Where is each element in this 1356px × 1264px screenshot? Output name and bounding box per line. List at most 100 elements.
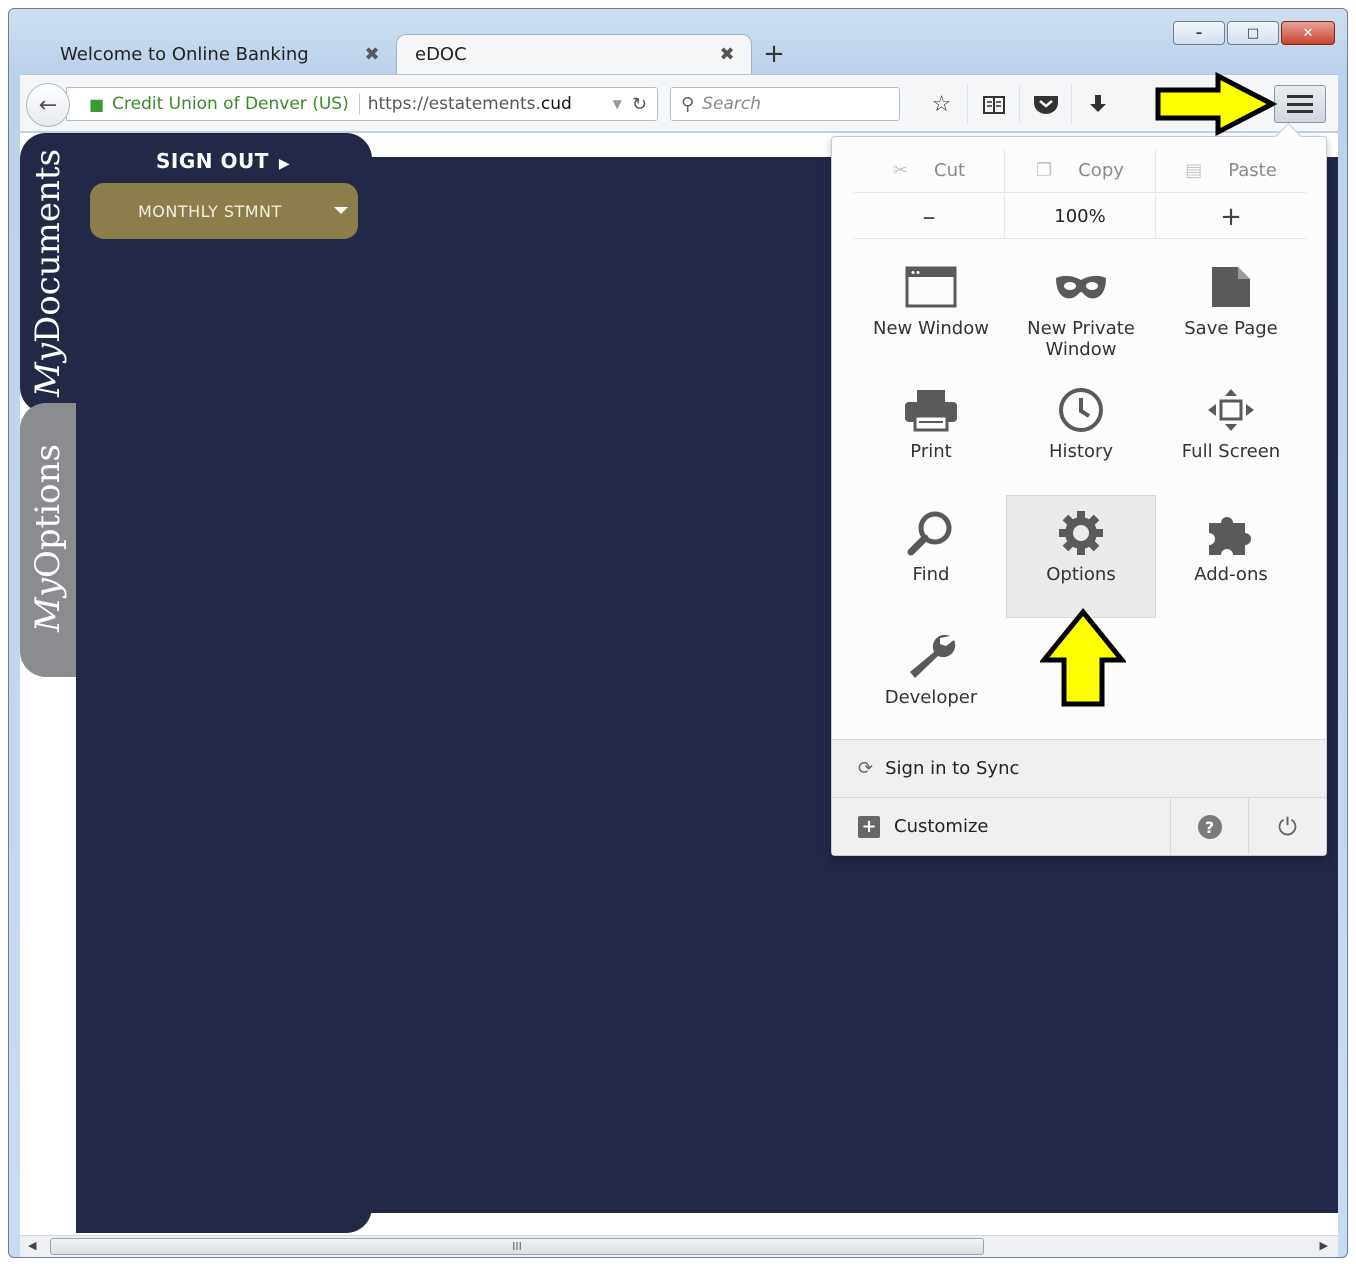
full-screen-button[interactable]: Full Screen xyxy=(1156,372,1306,495)
help-button[interactable]: ? xyxy=(1170,798,1248,856)
gear-icon xyxy=(1057,508,1105,558)
wrench-icon xyxy=(906,631,956,681)
paste-label: Paste xyxy=(1228,160,1277,181)
print-button[interactable]: Print xyxy=(856,372,1006,495)
horizontal-scrollbar[interactable]: ◀ III ▶ xyxy=(20,1235,1338,1257)
power-icon: ⏻ xyxy=(1278,813,1297,841)
item-label: New Private Window xyxy=(1027,318,1135,360)
new-window-icon xyxy=(905,262,957,312)
item-label: New Window xyxy=(873,318,989,339)
statement-type-select[interactable]: MONTHLY STMNT xyxy=(90,183,358,239)
reading-list-icon[interactable] xyxy=(968,85,1020,123)
tab-label: Documents xyxy=(28,148,68,344)
url-text[interactable]: https://estatements.cud xyxy=(368,94,603,114)
zoom-out-button[interactable]: – xyxy=(854,195,1005,238)
add-ons-button[interactable]: Add-ons xyxy=(1156,495,1306,618)
window-controls: – □ ✕ xyxy=(1173,21,1335,45)
sign-in-to-sync-button[interactable]: ⟳ Sign in to Sync xyxy=(832,739,1326,797)
new-window-button[interactable]: New Window xyxy=(856,249,1006,372)
scissors-icon: ✂ xyxy=(892,160,909,181)
search-icon: ⚲ xyxy=(681,93,695,115)
scroll-left-icon[interactable]: ◀ xyxy=(28,1239,36,1252)
tab-my-options[interactable]: My Options xyxy=(20,403,76,677)
tab-online-banking[interactable]: Welcome to Online Banking ✖ xyxy=(20,34,396,74)
reload-icon[interactable]: ↻ xyxy=(632,94,647,115)
tab-title: eDOC xyxy=(415,44,467,65)
item-label: Full Screen xyxy=(1181,441,1281,462)
url-prefix: https://estatements. xyxy=(367,94,541,114)
developer-button[interactable]: Developer xyxy=(856,618,1006,741)
cut-button[interactable]: ✂ Cut xyxy=(854,149,1005,192)
navigation-bar: ■ Credit Union of Denver (US) https://es… xyxy=(20,74,1338,132)
tab-title: Welcome to Online Banking xyxy=(60,43,309,65)
puzzle-icon xyxy=(1205,508,1257,558)
script-prefix: My xyxy=(28,343,68,398)
options-button[interactable]: Options xyxy=(1006,495,1156,618)
scrollbar-grip: III xyxy=(512,1240,522,1253)
scrollbar-thumb[interactable]: III xyxy=(50,1238,984,1255)
save-page-button[interactable]: Save Page xyxy=(1156,249,1306,372)
pocket-icon[interactable] xyxy=(1020,85,1072,123)
new-tab-button[interactable]: + xyxy=(752,34,796,74)
sync-label: Sign in to Sync xyxy=(885,758,1020,779)
item-label: Print xyxy=(910,441,952,462)
find-button[interactable]: Find xyxy=(856,495,1006,618)
close-window-button[interactable]: ✕ xyxy=(1281,21,1335,45)
magnifier-icon xyxy=(907,508,955,558)
tab-edoc[interactable]: eDOC ✖ xyxy=(396,34,752,74)
tab-strip: Welcome to Online Banking ✖ eDOC ✖ + xyxy=(20,30,796,74)
hamburger-menu-panel: ✂ Cut ❐ Copy ▤ Paste – 100% + New Window… xyxy=(831,136,1327,856)
hamburger-menu-button[interactable] xyxy=(1274,85,1326,123)
copy-button[interactable]: ❐ Copy xyxy=(1005,149,1156,192)
maximize-button[interactable]: □ xyxy=(1227,21,1279,45)
zoom-in-button[interactable]: + xyxy=(1156,195,1306,238)
customize-label: Customize xyxy=(894,816,989,837)
my-options-label: My Options xyxy=(24,413,72,663)
cut-label: Cut xyxy=(934,160,966,181)
statement-type-value: MONTHLY STMNT xyxy=(138,201,282,221)
tab-label: Options xyxy=(28,443,68,578)
chevron-down-icon xyxy=(334,207,348,214)
copy-icon: ❐ xyxy=(1036,160,1053,181)
item-label: Add-ons xyxy=(1194,564,1268,585)
download-icon[interactable] xyxy=(1072,85,1124,123)
script-prefix: My xyxy=(28,577,68,633)
paste-button[interactable]: ▤ Paste xyxy=(1156,149,1306,192)
my-documents-label: My Documents xyxy=(24,143,72,403)
printer-icon xyxy=(903,385,959,435)
url-domain: cud xyxy=(540,94,572,114)
search-input[interactable]: ⚲ Search xyxy=(670,87,900,121)
item-label: History xyxy=(1048,441,1114,462)
customize-button[interactable]: + Customize ? ⏻ xyxy=(832,797,1326,856)
url-history-dropdown-icon[interactable]: ▼ xyxy=(613,97,622,111)
edit-controls: ✂ Cut ❐ Copy ▤ Paste xyxy=(854,149,1306,193)
item-label: Save Page xyxy=(1184,318,1278,339)
site-identity[interactable]: Credit Union of Denver (US) xyxy=(112,94,349,114)
sign-out-link[interactable]: SIGN OUT ▶ xyxy=(156,149,290,173)
zoom-reset-button[interactable]: 100% xyxy=(1005,195,1156,238)
quit-button[interactable]: ⏻ xyxy=(1248,798,1326,856)
tab-my-documents[interactable]: My Documents xyxy=(20,133,76,413)
item-label: Options xyxy=(1046,564,1116,585)
copy-label: Copy xyxy=(1078,160,1124,181)
item-label: Find xyxy=(912,564,950,585)
save-page-icon xyxy=(1210,262,1252,312)
history-button[interactable]: History xyxy=(1006,372,1156,495)
scroll-right-icon[interactable]: ▶ xyxy=(1320,1239,1328,1252)
caret-right-icon: ▶ xyxy=(278,156,291,172)
right-arrow-annotation-icon xyxy=(1155,72,1278,136)
customize-plus-icon: + xyxy=(858,815,880,838)
hamburger-icon xyxy=(1287,95,1313,113)
clipboard-icon: ▤ xyxy=(1185,160,1203,181)
tab-close-icon[interactable]: ✖ xyxy=(717,44,737,65)
tab-close-icon[interactable]: ✖ xyxy=(362,44,382,65)
url-bar[interactable]: ■ Credit Union of Denver (US) https://es… xyxy=(66,87,658,121)
toolbar-icons: ☆ xyxy=(916,85,1124,123)
private-mask-icon xyxy=(1054,262,1108,312)
clock-icon xyxy=(1057,385,1105,435)
new-private-window-button[interactable]: New Private Window xyxy=(1006,249,1156,372)
minimize-button[interactable]: – xyxy=(1173,21,1225,45)
back-button[interactable]: ← xyxy=(26,83,70,127)
zoom-controls: – 100% + xyxy=(854,195,1306,239)
star-icon[interactable]: ☆ xyxy=(916,85,968,123)
